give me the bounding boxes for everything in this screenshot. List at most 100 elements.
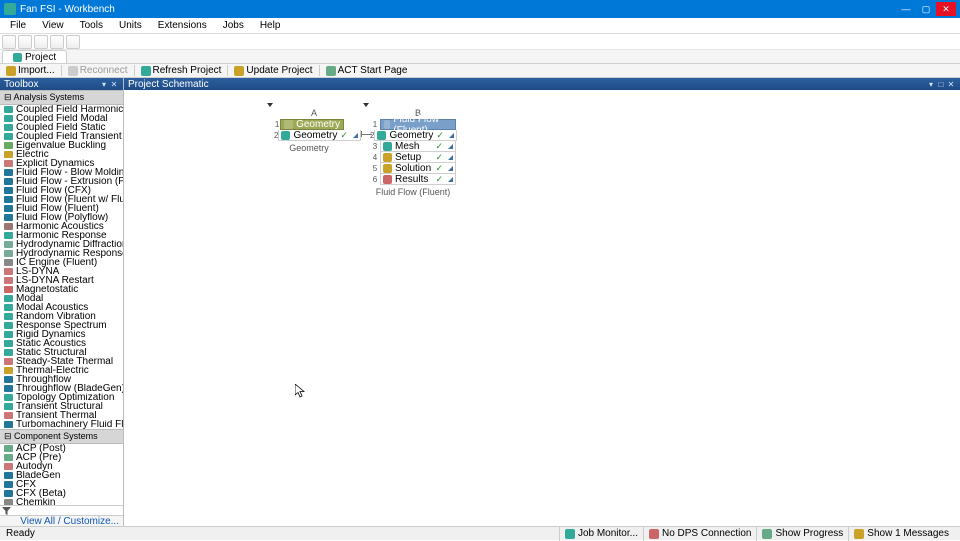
- system-cell-row[interactable]: 2Geometry✓: [370, 130, 456, 141]
- panel-dropdown-icon[interactable]: ▾: [99, 80, 109, 89]
- menu-jobs[interactable]: Jobs: [215, 19, 252, 32]
- toolbox-item[interactable]: Random Vibration: [0, 312, 123, 321]
- toolbox-item[interactable]: Modal Acoustics: [0, 303, 123, 312]
- panel-pin-icon[interactable]: ✕: [109, 80, 119, 89]
- menu-view[interactable]: View: [34, 19, 72, 32]
- refresh-icon[interactable]: [66, 35, 80, 49]
- menu-help[interactable]: Help: [252, 19, 289, 32]
- toolbox-scroll[interactable]: ⊟ Analysis SystemsCoupled Field Harmonic…: [0, 90, 123, 505]
- schematic-system[interactable]: B1Fluid Flow (Fluent)2Geometry✓3Mesh✓4Se…: [370, 108, 456, 197]
- toolbox-customize-link[interactable]: View All / Customize...: [0, 515, 123, 526]
- toolbox-item[interactable]: Fluid Flow (Polyflow): [0, 213, 123, 222]
- close-button[interactable]: ✕: [936, 2, 956, 16]
- toolbox-item[interactable]: ACP (Pre): [0, 453, 123, 462]
- toolbox-item[interactable]: Eigenvalue Buckling: [0, 141, 123, 150]
- toolbox-item[interactable]: Thermal-Electric: [0, 366, 123, 375]
- toolbox-item[interactable]: Autodyn: [0, 462, 123, 471]
- system-dropdown-handle[interactable]: [266, 101, 274, 109]
- maximize-button[interactable]: ▢: [916, 2, 936, 16]
- system-cell-row[interactable]: 5Solution✓: [370, 163, 456, 174]
- toolbox-item-label: Coupled Field Harmonic: [16, 105, 123, 114]
- new-icon[interactable]: [2, 35, 16, 49]
- reconnect-button[interactable]: Reconnect: [64, 64, 132, 77]
- system-dropdown-handle[interactable]: [362, 101, 370, 109]
- toolbox-item[interactable]: Magnetostatic: [0, 285, 123, 294]
- panel-close-icon[interactable]: ✕: [946, 80, 956, 89]
- menu-tools[interactable]: Tools: [72, 19, 111, 32]
- toolbox-item[interactable]: BladeGen: [0, 471, 123, 480]
- system-cell-row[interactable]: 4Setup✓: [370, 152, 456, 163]
- save-icon[interactable]: [34, 35, 48, 49]
- toolbox-item[interactable]: Static Structural: [0, 348, 123, 357]
- toolbox-item[interactable]: CFX: [0, 480, 123, 489]
- panel-dropdown-icon[interactable]: ▾: [926, 80, 936, 89]
- cell-icon: [377, 131, 386, 140]
- toolbox-item[interactable]: Topology Optimization: [0, 393, 123, 402]
- schematic-canvas[interactable]: A1Geometry2Geometry✓Geometry B1Fluid Flow…: [124, 90, 960, 526]
- toolbox-item[interactable]: Fluid Flow (Fluent w/ Fluent Meshing) (I: [0, 195, 123, 204]
- dps-connection-status[interactable]: No DPS Connection: [643, 527, 757, 541]
- toolbox-item[interactable]: Response Spectrum: [0, 321, 123, 330]
- show-messages-button[interactable]: Show 1 Messages: [848, 527, 954, 541]
- toolbox-item[interactable]: Rigid Dynamics: [0, 330, 123, 339]
- separator: [134, 65, 135, 76]
- cell-icon: [383, 153, 392, 162]
- show-progress-button[interactable]: Show Progress: [756, 527, 848, 541]
- toolbox-item[interactable]: Coupled Field Harmonic: [0, 105, 123, 114]
- toolbox-item[interactable]: Static Acoustics: [0, 339, 123, 348]
- toolbox-item[interactable]: ACP (Post): [0, 444, 123, 453]
- menu-file[interactable]: File: [2, 19, 34, 32]
- toolbox-group-header[interactable]: ⊟ Component Systems: [0, 429, 123, 444]
- saveas-icon[interactable]: [50, 35, 64, 49]
- toolbox-item[interactable]: Electric: [0, 150, 123, 159]
- toolbox-item[interactable]: Throughflow: [0, 375, 123, 384]
- toolbox-item[interactable]: LS-DYNA: [0, 267, 123, 276]
- import-button[interactable]: Import...: [2, 64, 59, 77]
- menu-units[interactable]: Units: [111, 19, 150, 32]
- menu-extensions[interactable]: Extensions: [150, 19, 215, 32]
- minimize-button[interactable]: —: [896, 2, 916, 16]
- toolbox-item-label: Hydrodynamic Diffraction: [16, 240, 123, 249]
- toolbox-item[interactable]: Coupled Field Transient: [0, 132, 123, 141]
- toolbox-item[interactable]: Harmonic Acoustics: [0, 222, 123, 231]
- open-icon[interactable]: [18, 35, 32, 49]
- toolbox-item[interactable]: Throughflow (BladeGen): [0, 384, 123, 393]
- system-cell-row[interactable]: 6Results✓: [370, 174, 456, 185]
- toolbox-item-icon: [4, 223, 13, 230]
- update-project-button[interactable]: Update Project: [230, 64, 316, 77]
- tab-project[interactable]: Project: [2, 50, 67, 63]
- toolbox-item[interactable]: Coupled Field Modal: [0, 114, 123, 123]
- system-caption[interactable]: Fluid Flow (Fluent): [370, 185, 456, 197]
- system-cell-row[interactable]: 2Geometry✓: [274, 130, 344, 141]
- toolbox-item[interactable]: Fluid Flow - Extrusion (Polyflow): [0, 177, 123, 186]
- toolbox-item[interactable]: Chemkin: [0, 498, 123, 505]
- toolbox-group-header[interactable]: ⊟ Analysis Systems: [0, 90, 123, 105]
- toolbox-item[interactable]: Fluid Flow (CFX): [0, 186, 123, 195]
- toolbox-item[interactable]: Transient Structural: [0, 402, 123, 411]
- toolbox-item[interactable]: Modal: [0, 294, 123, 303]
- toolbox-item[interactable]: Transient Thermal: [0, 411, 123, 420]
- toolbox-item[interactable]: Explicit Dynamics: [0, 159, 123, 168]
- system-title-cell[interactable]: Geometry: [280, 119, 344, 130]
- toolbox-item[interactable]: CFX (Beta): [0, 489, 123, 498]
- refresh-project-button[interactable]: Refresh Project: [137, 64, 226, 77]
- system-cell-row[interactable]: 3Mesh✓: [370, 141, 456, 152]
- job-monitor-button[interactable]: Job Monitor...: [559, 527, 643, 541]
- toolbox-item[interactable]: LS-DYNA Restart: [0, 276, 123, 285]
- toolbox-item[interactable]: Steady-State Thermal: [0, 357, 123, 366]
- toolbox-item[interactable]: Hydrodynamic Response: [0, 249, 123, 258]
- system-caption[interactable]: Geometry: [274, 141, 344, 153]
- filter-icon[interactable]: [2, 507, 11, 515]
- toolbox-item[interactable]: Fluid Flow (Fluent): [0, 204, 123, 213]
- toolbox-item-label: Harmonic Response: [16, 231, 107, 240]
- act-start-page-button[interactable]: ACT Start Page: [322, 64, 412, 77]
- toolbox-item[interactable]: Coupled Field Static: [0, 123, 123, 132]
- toolbox-item[interactable]: Turbomachinery Fluid Flow: [0, 420, 123, 429]
- schematic-system[interactable]: A1Geometry2Geometry✓Geometry: [274, 108, 344, 153]
- toolbox-item[interactable]: Fluid Flow - Blow Molding (Polyflow): [0, 168, 123, 177]
- toolbox-item[interactable]: Hydrodynamic Diffraction: [0, 240, 123, 249]
- system-title-cell[interactable]: Fluid Flow (Fluent): [380, 119, 456, 130]
- toolbox-item[interactable]: Harmonic Response: [0, 231, 123, 240]
- toolbox-item[interactable]: IC Engine (Fluent): [0, 258, 123, 267]
- panel-pin-icon[interactable]: □: [936, 80, 946, 89]
